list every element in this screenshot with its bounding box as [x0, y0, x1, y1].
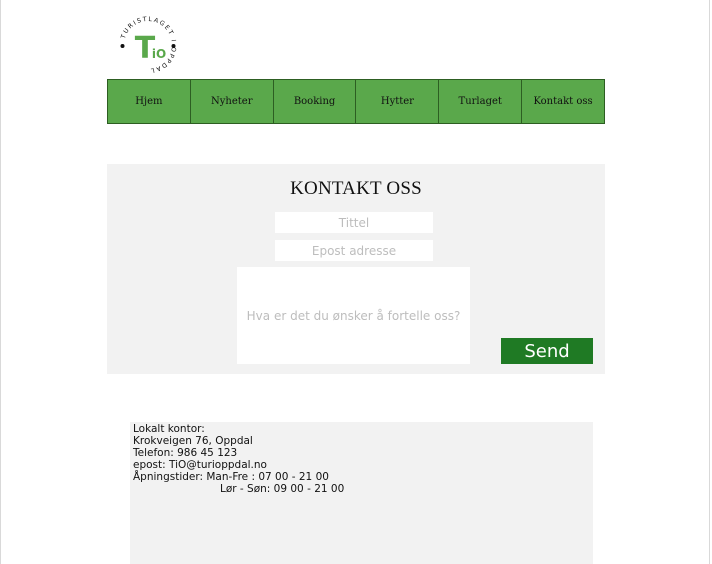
- office-info-text: Lokalt kontor: Krokveigen 76, Oppdal Tel…: [133, 423, 344, 495]
- opening-hours-weekend: Lør - Søn: 09 00 - 21 00: [220, 483, 345, 495]
- nav-item-turlaget[interactable]: Turlaget: [439, 80, 523, 123]
- office-email: epost: TiO@turioppdal.no: [133, 459, 267, 471]
- message-textarea[interactable]: [237, 267, 470, 364]
- nav-item-nyheter[interactable]: Nyheter: [191, 80, 274, 123]
- nav-item-hjem[interactable]: Hjem: [108, 80, 191, 123]
- turistlaget-logo-icon[interactable]: TURISTLAGET I OPPDAL T iO: [116, 13, 180, 77]
- title-input[interactable]: [275, 212, 433, 233]
- office-address: Krokveigen 76, Oppdal: [133, 435, 253, 447]
- contact-form: KONTAKT OSS Send: [107, 164, 605, 374]
- office-phone: Telefon: 986 45 123: [133, 447, 238, 459]
- logo-graphic: TURISTLAGET I OPPDAL T iO: [120, 16, 176, 74]
- logo-suffix: iO: [152, 47, 166, 61]
- contact-title: KONTAKT OSS: [290, 178, 422, 199]
- office-info: Lokalt kontor: Krokveigen 76, Oppdal Tel…: [130, 422, 593, 564]
- send-button[interactable]: Send: [501, 338, 593, 364]
- nav-item-kontakt-oss[interactable]: Kontakt oss: [522, 80, 604, 123]
- office-label: Lokalt kontor:: [133, 423, 205, 435]
- nav-item-booking[interactable]: Booking: [274, 80, 357, 123]
- main-navigation: Hjem Nyheter Booking Hytter Turlaget Kon…: [107, 79, 605, 124]
- nav-item-hytter[interactable]: Hytter: [356, 80, 440, 123]
- email-input[interactable]: [275, 240, 433, 261]
- opening-hours-weekdays: Åpningstider: Man-Fre : 07 00 - 21 00: [133, 471, 329, 483]
